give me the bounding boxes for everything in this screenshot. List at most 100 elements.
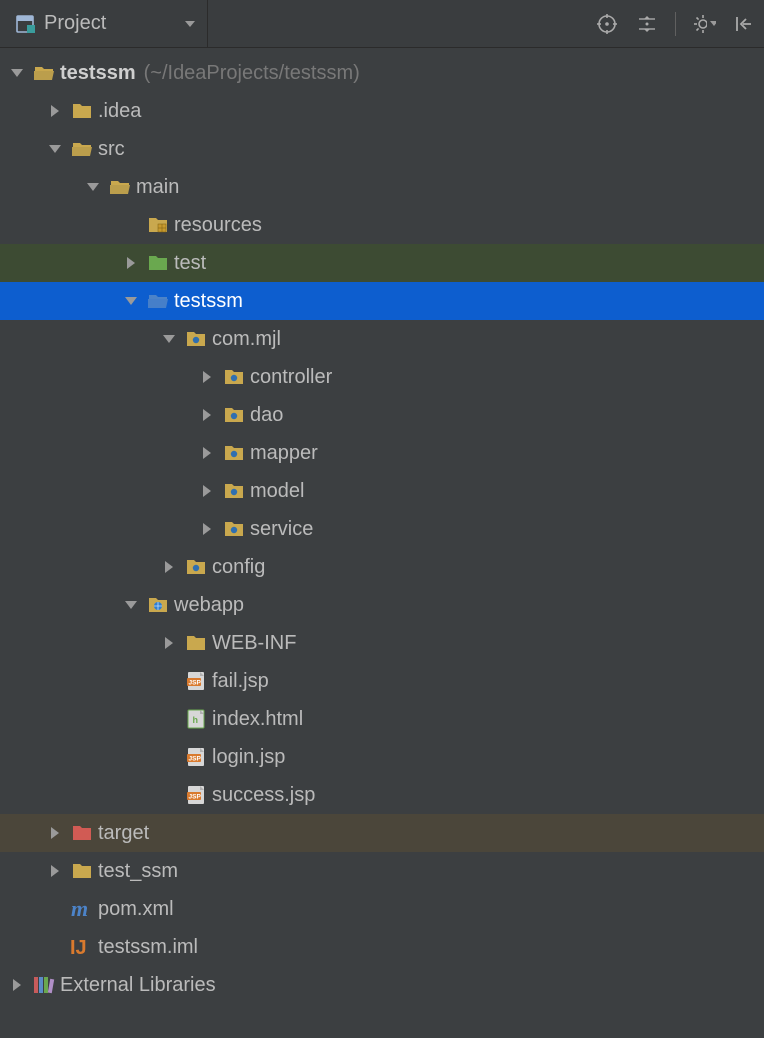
web-folder-icon [144,594,172,616]
package-icon [220,404,248,426]
tree-row-mapper[interactable]: mapper [0,434,764,472]
view-label: Project [44,12,106,35]
html-file-icon [182,708,210,730]
tree-label: mapper [248,442,318,465]
tree-label: success.jsp [210,784,315,807]
tree-row-target[interactable]: target [0,814,764,852]
toolbar-right [595,0,756,47]
project-toolbar: Project [0,0,764,48]
tree-row-resources[interactable]: resources [0,206,764,244]
expand-arrow-icon[interactable] [4,63,30,83]
expand-arrow-icon[interactable] [42,861,68,881]
tree-label: controller [248,366,332,389]
toolbar-left: Project [8,0,208,47]
expand-arrow-icon[interactable] [118,595,144,615]
tree-label: pom.xml [96,898,174,921]
tree-row-webinf[interactable]: WEB-INF [0,624,764,662]
tree-row-testssm2[interactable]: test_ssm [0,852,764,890]
tree-root-path: (~/IdeaProjects/testssm) [136,62,360,85]
tree-row-testssm-selected[interactable]: testssm [0,282,764,320]
tree-row-root[interactable]: testssm (~/IdeaProjects/testssm) [0,54,764,92]
tree-row-failjsp[interactable]: fail.jsp [0,662,764,700]
tree-row-successjsp[interactable]: success.jsp [0,776,764,814]
jsp-file-icon [182,784,210,806]
tree-label: dao [248,404,283,427]
expand-arrow-icon[interactable] [194,367,220,387]
tree-row-extlib[interactable]: External Libraries [0,966,764,1004]
excluded-folder-icon [68,822,96,844]
folder-icon [68,138,96,160]
expand-arrow-icon[interactable] [194,519,220,539]
tree-label: login.jsp [210,746,285,769]
expand-arrow-icon[interactable] [42,823,68,843]
tree-label: target [96,822,149,845]
tree-row-indexhtml[interactable]: index.html [0,700,764,738]
tree-row-controller[interactable]: controller [0,358,764,396]
library-icon [30,974,58,996]
tree-label: index.html [210,708,303,731]
project-tree[interactable]: testssm (~/IdeaProjects/testssm) .idea s… [0,48,764,1004]
folder-icon [68,100,96,122]
tree-label: test [172,252,206,275]
package-icon [220,518,248,540]
expand-arrow-icon[interactable] [156,633,182,653]
collapse-all-icon[interactable] [635,12,659,36]
tree-label: External Libraries [58,974,216,997]
expand-arrow-icon[interactable] [118,291,144,311]
expand-arrow-icon[interactable] [80,177,106,197]
tree-label: testssm [172,290,243,313]
expand-arrow-icon[interactable] [118,253,144,273]
tree-label: .idea [96,100,141,123]
settings-gear-icon[interactable] [692,12,716,36]
package-icon [182,556,210,578]
tree-row-service[interactable]: service [0,510,764,548]
tree-row-pom[interactable]: pom.xml [0,890,764,928]
chevron-down-icon [183,17,197,31]
view-selector[interactable]: Project [8,0,208,47]
tree-row-config[interactable]: config [0,548,764,586]
folder-icon [68,860,96,882]
test-folder-icon [144,252,172,274]
expand-arrow-icon[interactable] [42,139,68,159]
tree-row-src[interactable]: src [0,130,764,168]
tree-label: test_ssm [96,860,178,883]
tree-row-loginjsp[interactable]: login.jsp [0,738,764,776]
jsp-file-icon [182,670,210,692]
tree-label-root: testssm [58,62,136,85]
package-icon [220,366,248,388]
tree-label: com.mjl [210,328,281,351]
scroll-to-source-icon[interactable] [595,12,619,36]
toolbar-divider [675,12,676,36]
folder-icon [182,632,210,654]
tree-label: config [210,556,265,579]
ij-file-icon [68,936,96,958]
tree-label: src [96,138,125,161]
tree-row-webapp[interactable]: webapp [0,586,764,624]
expand-arrow-icon[interactable] [194,405,220,425]
tree-label: main [134,176,179,199]
tree-label: resources [172,214,262,237]
tree-row-idea[interactable]: .idea [0,92,764,130]
expand-arrow-icon[interactable] [156,329,182,349]
package-icon [182,328,210,350]
tree-label: WEB-INF [210,632,296,655]
expand-arrow-icon[interactable] [156,557,182,577]
expand-arrow-icon[interactable] [194,481,220,501]
tree-row-dao[interactable]: dao [0,396,764,434]
module-folder-icon [30,62,58,84]
hide-panel-icon[interactable] [732,12,756,36]
expand-arrow-icon[interactable] [194,443,220,463]
tree-row-commjl[interactable]: com.mjl [0,320,764,358]
jsp-file-icon [182,746,210,768]
tree-row-model[interactable]: model [0,472,764,510]
maven-file-icon [68,898,96,920]
tree-row-main[interactable]: main [0,168,764,206]
tree-row-iml[interactable]: testssm.iml [0,928,764,966]
package-icon [220,442,248,464]
expand-arrow-icon[interactable] [42,101,68,121]
expand-arrow-icon[interactable] [4,975,30,995]
tree-label: webapp [172,594,244,617]
tree-row-test[interactable]: test [0,244,764,282]
folder-icon [106,176,134,198]
tree-label: model [248,480,304,503]
